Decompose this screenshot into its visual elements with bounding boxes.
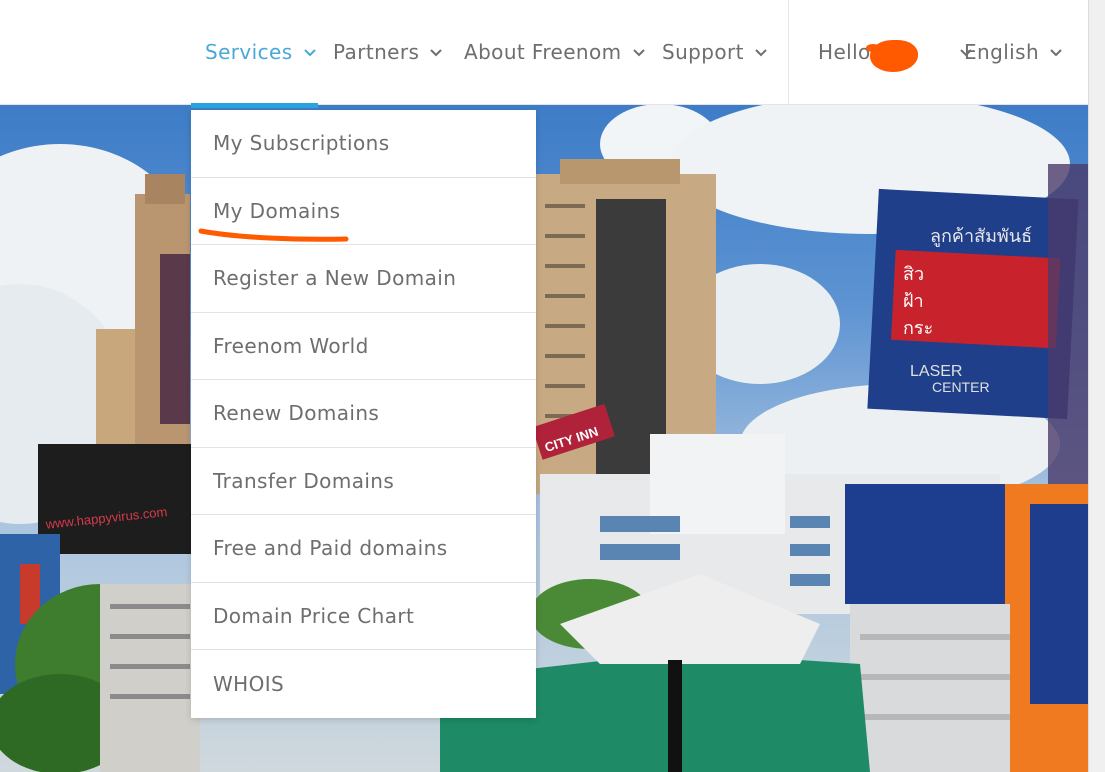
city-scene-illustration: CITY INN www.happyvirus.com ลูกค้าสัมพัน…: [0, 104, 1088, 772]
menu-item-label: Register a New Domain: [213, 266, 457, 291]
nav-about-freenom[interactable]: About Freenom: [464, 38, 646, 66]
redaction-mark: [870, 40, 918, 72]
menu-item-domain-price-chart[interactable]: Domain Price Chart: [191, 583, 536, 650]
menu-item-label: My Domains: [213, 198, 341, 223]
billboard-thai-1: สิว: [903, 264, 924, 285]
chevron-down-icon: [755, 49, 767, 57]
menu-item-label: Freenom World: [213, 333, 369, 358]
menu-item-transfer-domains[interactable]: Transfer Domains: [191, 448, 536, 515]
chevron-down-icon: [303, 49, 316, 57]
menu-item-my-subscriptions[interactable]: My Subscriptions: [191, 110, 536, 178]
menu-item-label: Free and Paid domains: [213, 536, 448, 561]
nav-about-label: About Freenom: [464, 40, 622, 64]
menu-item-label: Transfer Domains: [213, 468, 395, 493]
billboard-center: CENTER: [932, 379, 990, 395]
menu-item-label: WHOIS: [213, 671, 285, 696]
menu-item-freenom-world[interactable]: Freenom World: [191, 313, 536, 380]
menu-item-renew-domains[interactable]: Renew Domains: [191, 380, 536, 448]
annotation-underline: [198, 228, 349, 242]
nav-partners[interactable]: Partners: [333, 38, 443, 66]
services-active-indicator: [191, 103, 318, 108]
chevron-down-icon: [1050, 49, 1062, 57]
site-header: Services Partners About Freenom Support …: [0, 0, 1088, 105]
nav-services-label: Services: [205, 40, 293, 64]
nav-language-label: English: [964, 40, 1040, 64]
billboard-thai-3: กระ: [903, 318, 933, 339]
billboard-laser: LASER: [910, 363, 962, 380]
menu-item-register-new-domain[interactable]: Register a New Domain: [191, 245, 536, 313]
chevron-down-icon: [430, 49, 443, 57]
nav-support-label: Support: [662, 40, 744, 64]
nav-partners-label: Partners: [333, 40, 420, 64]
nav-services[interactable]: Services: [205, 38, 317, 66]
nav-hello-label: Hello: [818, 40, 871, 64]
nav-divider: [788, 0, 789, 104]
billboard-thai-title: ลูกค้าสัมพันธ์: [930, 226, 1032, 247]
menu-item-free-and-paid-domains[interactable]: Free and Paid domains: [191, 515, 536, 583]
nav-support[interactable]: Support: [662, 38, 768, 66]
hero-image: CITY INN www.happyvirus.com ลูกค้าสัมพัน…: [0, 104, 1088, 772]
menu-item-whois[interactable]: WHOIS: [191, 650, 536, 718]
services-dropdown-menu: My Subscriptions My Domains Register a N…: [191, 110, 536, 718]
billboard-thai-2: ฝ้า: [903, 291, 924, 312]
menu-item-label: My Subscriptions: [213, 131, 390, 156]
menu-item-label: Domain Price Chart: [213, 603, 415, 628]
chevron-down-icon: [632, 49, 645, 57]
page-scrollbar[interactable]: [1088, 0, 1105, 772]
menu-item-label: Renew Domains: [213, 401, 380, 426]
nav-language[interactable]: English: [964, 38, 1063, 66]
